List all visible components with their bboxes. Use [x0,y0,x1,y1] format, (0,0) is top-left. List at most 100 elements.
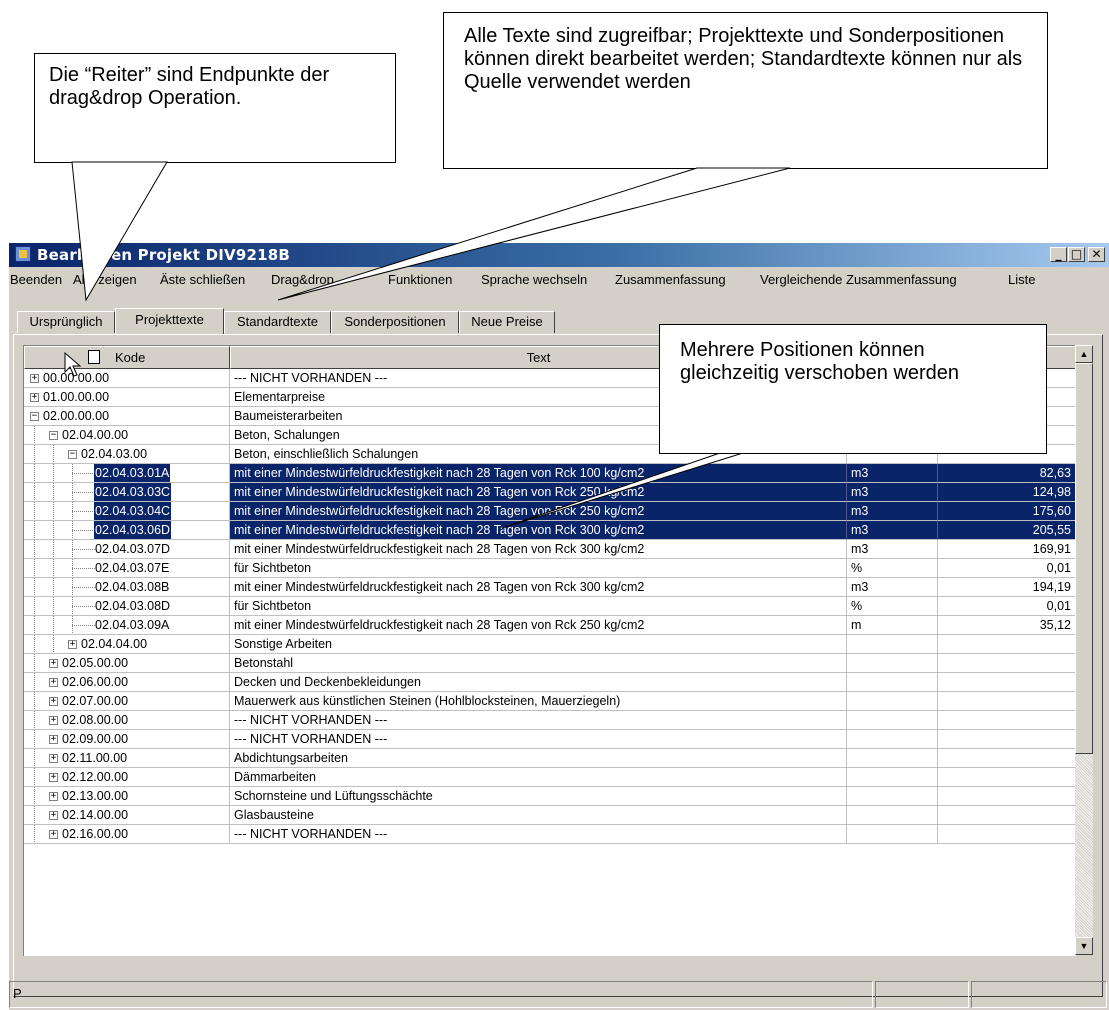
text-cell[interactable]: mit einer Mindestwürfeldruckfestigkeit n… [230,521,847,540]
table-row[interactable]: 02.04.03.08B mit einer Mindestwürfeldruck… [24,578,1076,597]
code-cell[interactable]: 02.04.03.06D [24,521,230,540]
tab-projekttexte[interactable]: Projekttexte [115,308,224,334]
menu-beenden[interactable]: Beenden [10,272,62,287]
tab-neue-preise[interactable]: Neue Preise [459,311,555,333]
expand-icon[interactable]: + [49,659,58,668]
table-row[interactable]: +02.14.00.00 Glasbausteine [24,806,1076,825]
price-cell[interactable]: 82,63 [938,464,1076,483]
text-cell[interactable]: Sonstige Arbeiten [230,635,847,654]
price-cell[interactable] [938,749,1076,768]
unit-cell[interactable] [847,654,938,673]
tab-standardtexte[interactable]: Standardtexte [224,311,331,333]
price-cell[interactable] [938,635,1076,654]
table-row[interactable]: 02.04.03.07E für Sichtbeton% 0,01 [24,559,1076,578]
menu-aeste-schliessen[interactable]: Äste schließen [160,272,245,287]
text-cell[interactable]: Glasbausteine [230,806,847,825]
unit-cell[interactable] [847,768,938,787]
expand-icon[interactable]: + [49,754,58,763]
price-cell[interactable] [938,711,1076,730]
text-cell[interactable]: Schornsteine und Lüftungsschächte [230,787,847,806]
code-cell[interactable]: +02.13.00.00 [24,787,230,806]
unit-cell[interactable] [847,692,938,711]
expand-icon[interactable]: + [49,678,58,687]
menu-liste[interactable]: Liste [1008,272,1035,287]
scroll-up-button[interactable]: ▲ [1075,345,1093,363]
code-cell[interactable]: +01.00.00.00 [24,388,230,407]
text-cell[interactable]: mit einer Mindestwürfeldruckfestigkeit n… [230,483,847,502]
unit-cell[interactable]: m3 [847,483,938,502]
price-cell[interactable]: 205,55 [938,521,1076,540]
code-cell[interactable]: 02.04.03.08B [24,578,230,597]
code-cell[interactable]: 02.04.03.09A [24,616,230,635]
price-cell[interactable]: 175,60 [938,502,1076,521]
price-cell[interactable] [938,768,1076,787]
expand-icon[interactable]: + [49,792,58,801]
text-cell[interactable]: mit einer Mindestwürfeldruckfestigkeit n… [230,616,847,635]
price-cell[interactable]: 169,91 [938,540,1076,559]
price-cell[interactable]: 194,19 [938,578,1076,597]
code-cell[interactable]: 02.04.03.03C [24,483,230,502]
code-cell[interactable]: 02.04.03.07E [24,559,230,578]
minimize-button[interactable]: _ [1050,247,1067,262]
code-cell[interactable]: 02.04.03.07D [24,540,230,559]
table-row[interactable]: 02.04.03.03C mit einer Mindestwürfeldruck… [24,483,1076,502]
expand-icon[interactable]: + [49,830,58,839]
tab-urspruenglich[interactable]: Ursprünglich [17,311,115,333]
code-cell[interactable]: +02.06.00.00 [24,673,230,692]
menu-zusammenfassung[interactable]: Zusammenfassung [615,272,726,287]
table-row[interactable]: 02.04.03.04C mit einer Mindestwürfeldruck… [24,502,1076,521]
text-cell[interactable]: --- NICHT VORHANDEN --- [230,711,847,730]
code-cell[interactable]: 02.04.03.04C [24,502,230,521]
unit-cell[interactable] [847,806,938,825]
expand-icon[interactable]: + [49,697,58,706]
text-cell[interactable]: --- NICHT VORHANDEN --- [230,825,847,844]
text-cell[interactable]: Betonstahl [230,654,847,673]
text-cell[interactable]: für Sichtbeton [230,597,847,616]
expand-icon[interactable]: + [49,811,58,820]
column-header-code[interactable]: Kode [24,346,230,369]
unit-cell[interactable]: m3 [847,502,938,521]
unit-cell[interactable]: m3 [847,464,938,483]
unit-cell[interactable] [847,635,938,654]
price-cell[interactable]: 0,01 [938,597,1076,616]
code-cell[interactable]: +02.09.00.00 [24,730,230,749]
code-cell[interactable]: +02.07.00.00 [24,692,230,711]
vertical-scrollbar[interactable]: ▲ ▼ [1075,345,1093,955]
code-cell[interactable]: +02.08.00.00 [24,711,230,730]
code-cell[interactable]: +02.05.00.00 [24,654,230,673]
price-cell[interactable] [938,692,1076,711]
table-row[interactable]: +02.06.00.00 Decken und Deckenbekleidunge… [24,673,1076,692]
table-row[interactable]: 02.04.03.08D für Sichtbeton% 0,01 [24,597,1076,616]
price-cell[interactable] [938,787,1076,806]
text-cell[interactable]: Mauerwerk aus künstlichen Steinen (Hohlb… [230,692,847,711]
table-row[interactable]: +02.05.00.00 Betonstahl [24,654,1076,673]
expand-icon[interactable]: + [30,374,39,383]
expand-icon[interactable]: + [49,716,58,725]
unit-cell[interactable]: m3 [847,540,938,559]
table-row[interactable]: 02.04.03.01A mit einer Mindestwürfeldruck… [24,464,1076,483]
unit-cell[interactable] [847,787,938,806]
code-cell[interactable]: +02.14.00.00 [24,806,230,825]
text-cell[interactable]: für Sichtbeton [230,559,847,578]
price-cell[interactable] [938,730,1076,749]
table-row[interactable]: +02.04.04.00 Sonstige Arbeiten [24,635,1076,654]
scroll-down-button[interactable]: ▼ [1075,937,1093,955]
expand-icon[interactable]: + [30,393,39,402]
code-cell[interactable]: −02.04.03.00 [24,445,230,464]
code-cell[interactable]: +02.04.04.00 [24,635,230,654]
price-cell[interactable]: 124,98 [938,483,1076,502]
unit-cell[interactable]: m3 [847,521,938,540]
expand-icon[interactable]: + [49,773,58,782]
expand-icon[interactable]: + [49,735,58,744]
unit-cell[interactable]: % [847,597,938,616]
text-cell[interactable]: Abdichtungsarbeiten [230,749,847,768]
text-cell[interactable]: Dämmarbeiten [230,768,847,787]
price-cell[interactable] [938,673,1076,692]
menu-funktionen[interactable]: Funktionen [388,272,452,287]
table-row[interactable]: 02.04.03.09A mit einer Mindestwürfeldruck… [24,616,1076,635]
table-row[interactable]: +02.09.00.00 --- NICHT VORHANDEN --- [24,730,1076,749]
code-cell[interactable]: +02.12.00.00 [24,768,230,787]
tab-sonderpositionen[interactable]: Sonderpositionen [331,311,459,333]
code-cell[interactable]: −02.04.00.00 [24,426,230,445]
price-cell[interactable] [938,825,1076,844]
